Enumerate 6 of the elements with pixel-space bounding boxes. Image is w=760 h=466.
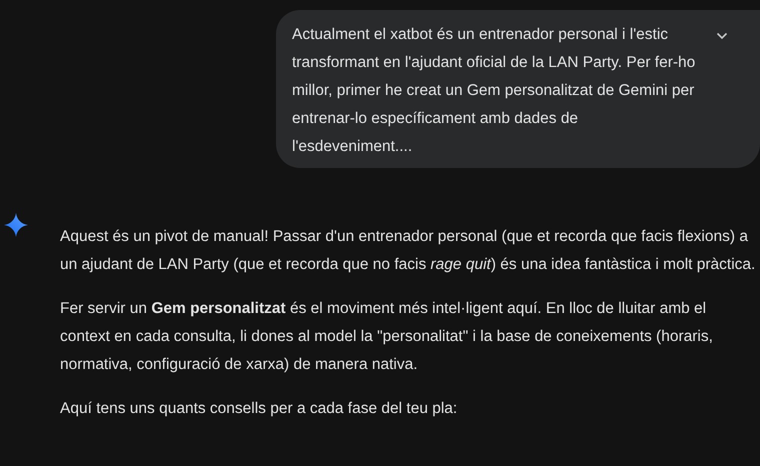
chevron-icon xyxy=(716,32,728,40)
response-paragraph: Fer servir un Gem personalitzat és el moviment més intel·ligent aquí. En lloc de lluitar amb el context en cada consulta, li dones al model la "personalitat" i la base de coneixements (horaris, normativa, configuració de xarxa) de manera nativa. xyxy=(60,299,714,375)
response-paragraph: Aquí tens uns quants consells per a cada fase del teu pla: xyxy=(60,399,458,419)
response-paragraph: Aquest és un pivot de manual! Passar d'un entrenador personal (que et recorda que facis flexions) a un ajudant de LAN Party (que et recorda que no facis rage quit) és una idea fantàstica i molt pràctica. xyxy=(60,227,756,275)
sparkle-icon xyxy=(4,213,28,237)
user-message-text: Actualment el xatbot és un entrenador personal i l'estic transformant en l'ajudant oficial de la LAN Party. Per fer-ho millor, primer he creat un Gem personalitzat de Gemini per entrenar-lo específicament amb dades de l'esdeveniment.... xyxy=(292,25,696,157)
